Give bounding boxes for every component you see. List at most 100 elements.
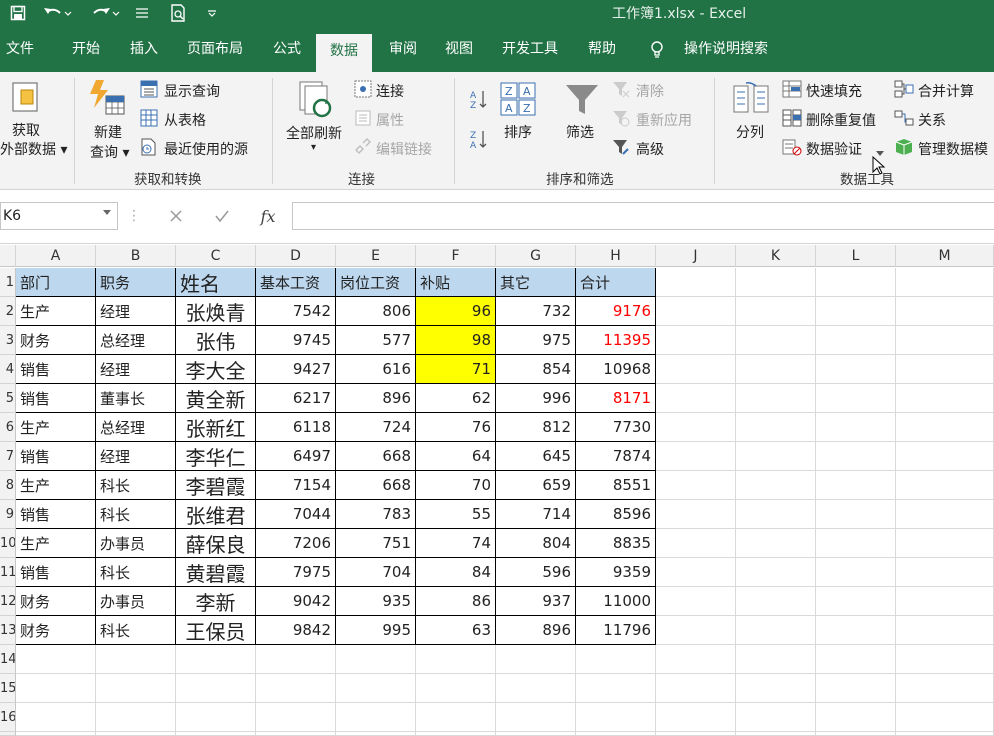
name-box[interactable]: K6 xyxy=(0,202,118,230)
cell-g8[interactable]: 659 xyxy=(496,471,576,500)
cell-d13[interactable]: 9842 xyxy=(256,616,336,645)
column-header-c[interactable]: C xyxy=(176,245,256,267)
connections-label[interactable]: 连接 xyxy=(376,81,404,101)
cell-g2[interactable]: 732 xyxy=(496,297,576,326)
cell-e17[interactable] xyxy=(336,732,416,736)
cell-f4[interactable]: 71 xyxy=(416,355,496,384)
cell-d7[interactable]: 6497 xyxy=(256,442,336,471)
cell-g12[interactable]: 937 xyxy=(496,587,576,616)
cell-j4[interactable] xyxy=(656,355,736,384)
cell-l8[interactable] xyxy=(816,471,896,500)
cell-g10[interactable]: 804 xyxy=(496,529,576,558)
cell-d1[interactable]: 基本工资 xyxy=(256,268,336,297)
cell-d11[interactable]: 7975 xyxy=(256,558,336,587)
row-header[interactable]: 15 xyxy=(0,674,16,703)
data-validation-label[interactable]: 数据验证 xyxy=(806,139,862,159)
column-header-h[interactable]: H xyxy=(576,245,656,267)
cell-l17[interactable] xyxy=(816,732,896,736)
tab-page-layout[interactable]: 页面布局 xyxy=(178,36,252,62)
column-header-j[interactable]: J xyxy=(656,245,736,267)
cell-c7[interactable]: 李华仁 xyxy=(176,442,256,471)
cell-k13[interactable] xyxy=(736,616,816,645)
cell-j15[interactable] xyxy=(656,674,736,703)
tell-me-search[interactable]: 操作说明搜索 xyxy=(676,36,776,62)
select-all-corner[interactable] xyxy=(0,245,16,267)
cell-l5[interactable] xyxy=(816,384,896,413)
cell-b8[interactable]: 科长 xyxy=(96,471,176,500)
cell-d12[interactable]: 9042 xyxy=(256,587,336,616)
cell-g1[interactable]: 其它 xyxy=(496,268,576,297)
cell-k10[interactable] xyxy=(736,529,816,558)
cell-c5[interactable]: 黄全新 xyxy=(176,384,256,413)
cell-f16[interactable] xyxy=(416,703,496,732)
cell-d17[interactable] xyxy=(256,732,336,736)
cell-b14[interactable] xyxy=(96,645,176,674)
cell-k6[interactable] xyxy=(736,413,816,442)
cell-a1[interactable]: 部门 xyxy=(16,268,96,297)
cell-h7[interactable]: 7874 xyxy=(576,442,656,471)
tab-developer[interactable]: 开发工具 xyxy=(492,36,568,62)
tab-formulas[interactable]: 公式 xyxy=(262,36,312,62)
text-to-columns-icon[interactable] xyxy=(732,82,770,120)
column-header-l[interactable]: L xyxy=(816,245,896,267)
cell-d3[interactable]: 9745 xyxy=(256,326,336,355)
cell-k11[interactable] xyxy=(736,558,816,587)
cell-k7[interactable] xyxy=(736,442,816,471)
cell-l11[interactable] xyxy=(816,558,896,587)
cell-l1[interactable] xyxy=(816,268,896,297)
column-header-a[interactable]: A xyxy=(16,245,96,267)
new-query-line1[interactable]: 新建 xyxy=(94,122,122,142)
cell-m14[interactable] xyxy=(896,645,994,674)
cell-g11[interactable]: 596 xyxy=(496,558,576,587)
cell-f1[interactable]: 补贴 xyxy=(416,268,496,297)
cell-m3[interactable] xyxy=(896,326,994,355)
insert-function-button[interactable]: fx xyxy=(252,202,284,230)
cell-g7[interactable]: 645 xyxy=(496,442,576,471)
cell-c8[interactable]: 李碧霞 xyxy=(176,471,256,500)
data-validation-icon[interactable] xyxy=(782,138,802,160)
manage-data-model-label[interactable]: 管理数据模 xyxy=(918,139,988,159)
cell-b9[interactable]: 科长 xyxy=(96,500,176,529)
cell-f8[interactable]: 70 xyxy=(416,471,496,500)
filter-icon[interactable] xyxy=(564,82,600,122)
show-queries-icon[interactable] xyxy=(140,80,158,102)
cell-a15[interactable] xyxy=(16,674,96,703)
cell-m2[interactable] xyxy=(896,297,994,326)
row-header[interactable]: 4 xyxy=(0,355,16,384)
cell-f2[interactable]: 96 xyxy=(416,297,496,326)
cell-c3[interactable]: 张伟 xyxy=(176,326,256,355)
cell-g17[interactable] xyxy=(496,732,576,736)
from-table-label[interactable]: 从表格 xyxy=(164,110,206,130)
cell-a16[interactable] xyxy=(16,703,96,732)
cell-d2[interactable]: 7542 xyxy=(256,297,336,326)
customize-icon[interactable] xyxy=(202,2,222,24)
cell-e16[interactable] xyxy=(336,703,416,732)
cell-l2[interactable] xyxy=(816,297,896,326)
cell-b17[interactable] xyxy=(96,732,176,736)
column-header-e[interactable]: E xyxy=(336,245,416,267)
cell-f12[interactable]: 86 xyxy=(416,587,496,616)
column-header-k[interactable]: K xyxy=(736,245,816,267)
cell-e14[interactable] xyxy=(336,645,416,674)
cell-j5[interactable] xyxy=(656,384,736,413)
cell-a5[interactable]: 销售 xyxy=(16,384,96,413)
cell-f9[interactable]: 55 xyxy=(416,500,496,529)
cell-k9[interactable] xyxy=(736,500,816,529)
cell-h2[interactable]: 9176 xyxy=(576,297,656,326)
row-header[interactable]: 13 xyxy=(0,616,16,645)
cell-a11[interactable]: 销售 xyxy=(16,558,96,587)
cell-h1[interactable]: 合计 xyxy=(576,268,656,297)
redo-icon[interactable] xyxy=(88,2,122,24)
refresh-all-icon[interactable] xyxy=(296,80,336,124)
cell-h17[interactable] xyxy=(576,732,656,736)
cell-e1[interactable]: 岗位工资 xyxy=(336,268,416,297)
cell-k15[interactable] xyxy=(736,674,816,703)
flash-fill-label[interactable]: 快速填充 xyxy=(806,81,862,101)
cell-g13[interactable]: 896 xyxy=(496,616,576,645)
cell-d6[interactable]: 6118 xyxy=(256,413,336,442)
row-header[interactable]: 14 xyxy=(0,645,16,674)
cell-k14[interactable] xyxy=(736,645,816,674)
cell-a12[interactable]: 财务 xyxy=(16,587,96,616)
cell-h10[interactable]: 8835 xyxy=(576,529,656,558)
column-header-d[interactable]: D xyxy=(256,245,336,267)
